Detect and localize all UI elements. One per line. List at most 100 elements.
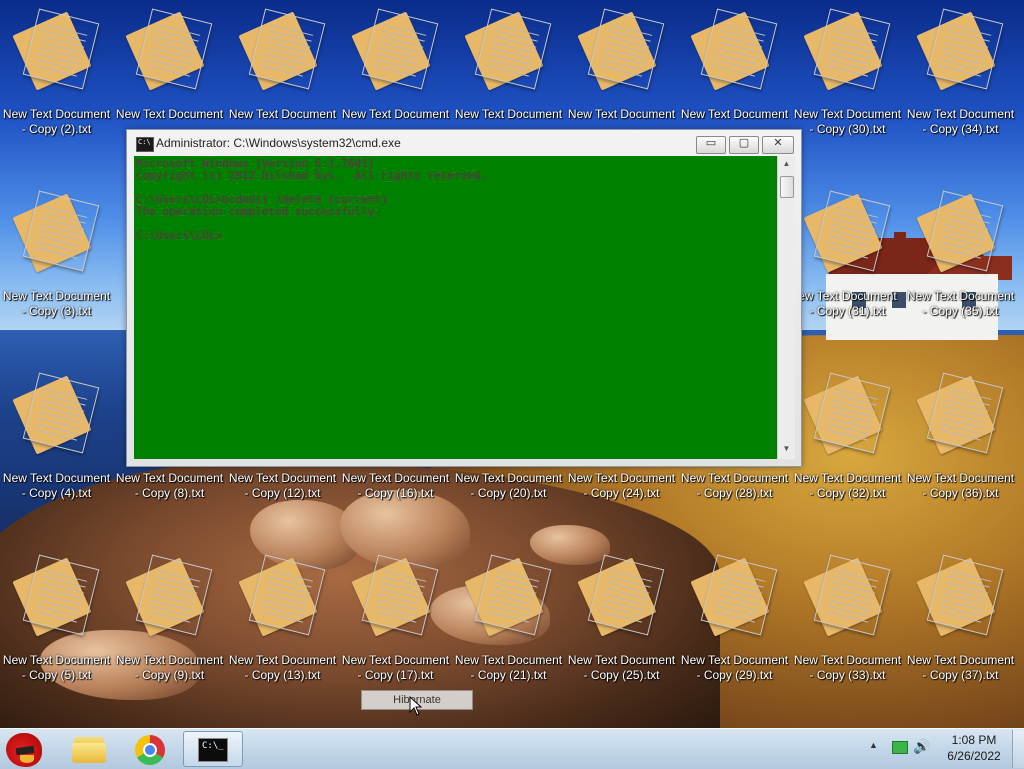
close-button[interactable]: ✕ <box>762 136 794 154</box>
maximize-icon: ▢ <box>738 137 750 149</box>
console-line: C:\Users\LOL> <box>136 229 223 242</box>
icon-label-line2: - Copy (34).txt <box>922 122 999 136</box>
desktop-icon-text-file[interactable]: New Text Document - Copy (33).txt <box>791 549 904 699</box>
cmd-titlebar[interactable]: Administrator: C:\Windows\system32\cmd.e… <box>127 130 801 156</box>
desktop-icon-text-file[interactable]: New Text Document - Copy (4).txt <box>0 367 113 517</box>
icon-label-line2: - Copy (37).txt <box>922 668 999 682</box>
icon-label-line1: New Text Document <box>228 107 337 121</box>
text-document-icon <box>577 8 665 91</box>
icon-label-line1: New Text Document <box>2 653 111 667</box>
maximize-button[interactable]: ▢ <box>729 136 759 154</box>
clock[interactable]: 1:08 PM 6/26/2022 <box>940 732 1008 764</box>
desktop-icon-label: New Text Document - Copy (9).txt <box>113 653 226 683</box>
desktop-icon-text-file[interactable]: New Text Document - Copy (17).txt <box>339 549 452 699</box>
desktop-icon-label: New Text Document - Copy (24).txt <box>565 471 678 501</box>
text-document-icon <box>916 554 1004 637</box>
console-line: The operation completed successfully. <box>136 205 382 218</box>
icon-label-line1: New Text Document <box>2 289 111 303</box>
text-document-icon <box>12 554 100 637</box>
scrollbar-thumb[interactable] <box>780 176 794 198</box>
taskbar-windows-explorer[interactable] <box>60 731 116 767</box>
desktop-icon-label: New Text Document - Copy (16).txt <box>339 471 452 501</box>
icon-label-line2: - Copy (5).txt <box>21 668 92 682</box>
network-icon[interactable] <box>892 741 908 754</box>
desktop-icon-text-file[interactable]: New Text Document - Copy (25).txt <box>565 549 678 699</box>
desktop-icon-text-file[interactable]: New Text Document - Copy (2).txt <box>0 3 113 153</box>
icon-label-line1: New Text Document <box>906 653 1015 667</box>
icon-label-line1: New Text Document <box>341 471 450 485</box>
desktop-icon-label: New Text Document <box>565 107 678 122</box>
console-scrollbar[interactable]: ▲ ▼ <box>777 156 795 459</box>
icon-label-line1: New Text Document <box>906 289 1015 303</box>
icon-label-line2: - Copy (2).txt <box>21 122 92 136</box>
scroll-down-icon[interactable]: ▼ <box>778 444 795 453</box>
console-line: Copyright (c) 2012 Dilshad Sys. All righ… <box>136 169 487 182</box>
icon-label-line1: New Text Document <box>454 653 563 667</box>
show-hidden-icons-button[interactable]: ▲ <box>869 740 878 750</box>
icon-label-line1: New Text Document <box>341 107 450 121</box>
desktop-icon-text-file[interactable]: New Text Document - Copy (30).txt <box>791 3 904 153</box>
show-desktop-button[interactable] <box>1012 730 1024 768</box>
icon-label-line2: - Copy (28).txt <box>696 486 773 500</box>
text-document-icon <box>464 554 552 637</box>
scroll-up-icon[interactable]: ▲ <box>778 159 795 168</box>
chrome-icon <box>135 735 165 765</box>
desktop-icon-text-file[interactable]: New Text Document - Copy (13).txt <box>226 549 339 699</box>
text-document-icon <box>351 554 439 637</box>
desktop-icon-label: New Text Document - Copy (13).txt <box>226 653 339 683</box>
icon-label-line1: New Text Document <box>228 471 337 485</box>
cmd-window[interactable]: Administrator: C:\Windows\system32\cmd.e… <box>126 129 802 467</box>
text-document-icon <box>12 190 100 273</box>
desktop-icon-text-file[interactable]: New Text Document - Copy (37).txt <box>904 549 1017 699</box>
desktop-icon-text-file[interactable]: New Text Document - Copy (9).txt <box>113 549 226 699</box>
desktop-icon-label: New Text Document - Copy (8).txt <box>113 471 226 501</box>
desktop-icon-text-file[interactable]: New Text Document - Copy (32).txt <box>791 367 904 517</box>
desktop-icon-text-file[interactable]: ew Text Document - Copy (31).txt <box>791 185 904 335</box>
icon-label-line1: New Text Document <box>228 653 337 667</box>
desktop-icon-label: New Text Document - Copy (12).txt <box>226 471 339 501</box>
icon-label-line1: New Text Document <box>567 653 676 667</box>
icon-label-line1: New Text Document <box>680 107 789 121</box>
minimize-button[interactable]: ▭ <box>696 136 726 154</box>
desktop-icon-text-file[interactable]: New Text Document - Copy (3).txt <box>0 185 113 335</box>
icon-label-line2: - Copy (25).txt <box>583 668 660 682</box>
icon-label-line1: New Text Document <box>2 107 111 121</box>
windows-explorer-icon <box>72 737 106 763</box>
desktop-icon-label: New Text Document - Copy (25).txt <box>565 653 678 683</box>
icon-label-line2: - Copy (20).txt <box>470 486 547 500</box>
volume-icon[interactable]: 🔊 <box>913 738 930 755</box>
desktop-icon-label: New Text Document <box>226 107 339 122</box>
icon-label-line1: ew Text Document <box>798 289 897 303</box>
icon-label-line2: - Copy (3).txt <box>21 304 92 318</box>
console-output[interactable]: Microsoft Windows [Version 6.1.7601] Copy… <box>134 156 777 459</box>
desktop-icon-label: New Text Document - Copy (3).txt <box>0 289 113 319</box>
text-document-icon <box>803 8 891 91</box>
desktop-icon-label: ew Text Document - Copy (31).txt <box>791 289 904 319</box>
mouse-cursor-icon <box>409 696 423 716</box>
icon-label-line1: New Text Document <box>793 107 902 121</box>
desktop-icon-text-file[interactable]: New Text Document - Copy (29).txt <box>678 549 791 699</box>
desktop-icon-text-file[interactable]: New Text Document - Copy (5).txt <box>0 549 113 699</box>
close-icon: ✕ <box>773 137 783 149</box>
desktop-icon-text-file[interactable]: New Text Document - Copy (34).txt <box>904 3 1017 153</box>
taskbar-chrome[interactable] <box>122 731 178 767</box>
text-document-icon <box>125 8 213 91</box>
desktop-icon-text-file[interactable]: New Text Document - Copy (36).txt <box>904 367 1017 517</box>
desktop-icon-label: New Text Document - Copy (28).txt <box>678 471 791 501</box>
icon-label-line2: - Copy (24).txt <box>583 486 660 500</box>
icon-label-line1: New Text Document <box>793 653 902 667</box>
clock-time: 1:08 PM <box>951 733 997 747</box>
taskbar-angry-birds[interactable] <box>0 731 56 767</box>
desktop-icon-label: New Text Document - Copy (17).txt <box>339 653 452 683</box>
icon-label-line1: New Text Document <box>454 107 563 121</box>
icon-label-line2: - Copy (36).txt <box>922 486 999 500</box>
desktop-icon-label: New Text Document - Copy (35).txt <box>904 289 1017 319</box>
desktop-icon-text-file[interactable]: New Text Document - Copy (35).txt <box>904 185 1017 335</box>
desktop-icon-label: New Text Document - Copy (4).txt <box>0 471 113 501</box>
icon-label-line2: - Copy (21).txt <box>470 668 547 682</box>
taskbar-cmd[interactable]: C:\_ <box>183 731 243 767</box>
text-document-icon <box>916 8 1004 91</box>
icon-label-line2: - Copy (32).txt <box>809 486 886 500</box>
icon-label-line2: - Copy (30).txt <box>809 122 886 136</box>
desktop-icon-text-file[interactable]: New Text Document - Copy (21).txt <box>452 549 565 699</box>
